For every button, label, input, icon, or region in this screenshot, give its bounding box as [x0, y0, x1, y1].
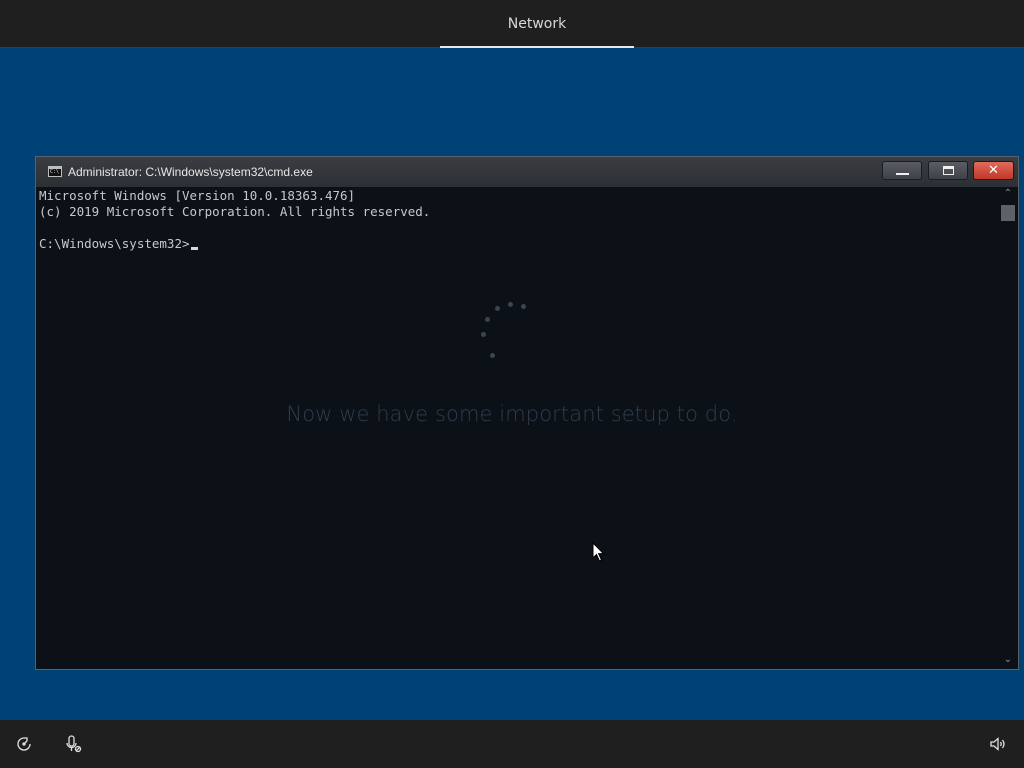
scrollbar-thumb[interactable]	[1001, 205, 1015, 221]
cmd-app-icon[interactable]	[48, 166, 62, 177]
console-line-version: Microsoft Windows [Version 10.0.18363.47…	[39, 188, 356, 203]
cmd-titlebar[interactable]: Administrator: C:\Windows\system32\cmd.e…	[36, 157, 1018, 187]
text-cursor	[190, 247, 198, 250]
ease-of-access-icon[interactable]	[14, 734, 34, 754]
spinner-dot	[495, 306, 500, 311]
volume-icon[interactable]	[988, 734, 1008, 754]
close-button[interactable]: ✕	[973, 161, 1014, 180]
tab-network[interactable]: Network	[440, 0, 634, 48]
scroll-up-icon[interactable]: ⌃	[998, 187, 1018, 201]
console-prompt-line: C:\Windows\system32>	[39, 236, 198, 252]
spinner-dot	[521, 304, 526, 309]
spinner-dot	[481, 332, 486, 337]
console-line-copyright: (c) 2019 Microsoft Corporation. All righ…	[39, 204, 431, 219]
vertical-scrollbar[interactable]: ⌃ ⌄	[998, 187, 1018, 669]
oobe-header: Network	[0, 0, 1024, 48]
spinner-dot	[508, 302, 513, 307]
scroll-down-icon[interactable]: ⌄	[998, 653, 1018, 667]
microphone-icon[interactable]	[63, 734, 83, 754]
cmd-window-title: Administrator: C:\Windows\system32\cmd.e…	[68, 165, 313, 179]
minimize-icon	[896, 173, 909, 175]
spinner-dot	[485, 317, 490, 322]
minimize-button[interactable]	[882, 161, 922, 180]
close-icon: ✕	[988, 163, 999, 178]
loading-spinner-icon	[470, 290, 540, 365]
console-prompt: C:\Windows\system32>	[39, 236, 190, 251]
maximize-icon	[943, 166, 954, 175]
mouse-pointer-icon	[592, 542, 605, 562]
spinner-dot	[490, 353, 495, 358]
setup-status-message: Now we have some important setup to do.	[286, 402, 738, 426]
console-output[interactable]: Microsoft Windows [Version 10.0.18363.47…	[36, 187, 998, 669]
maximize-button[interactable]	[928, 161, 968, 180]
oobe-taskbar	[0, 720, 1024, 768]
tab-network-label: Network	[507, 16, 567, 32]
